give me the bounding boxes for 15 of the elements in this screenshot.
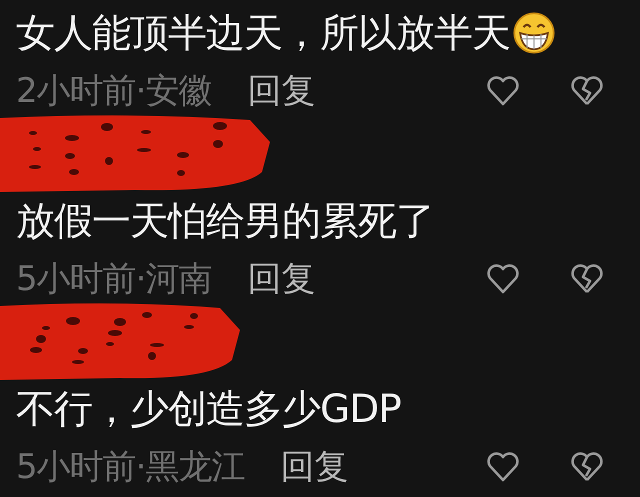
time-location: 5小时前·河南 bbox=[16, 258, 212, 301]
time-location: 2小时前·安徽 bbox=[16, 70, 212, 113]
reply-button[interactable]: 回复 bbox=[280, 444, 348, 490]
reply-button[interactable]: 回复 bbox=[247, 256, 316, 302]
like-icon[interactable] bbox=[486, 451, 520, 483]
broken-heart-icon[interactable] bbox=[570, 263, 604, 295]
like-icon[interactable] bbox=[486, 263, 520, 295]
comment-text: 女人能顶半边天，所以放半天 bbox=[16, 10, 510, 58]
like-icon[interactable] bbox=[486, 75, 520, 107]
time-location: 5小时前·黑龙江 bbox=[16, 446, 244, 489]
comment-text: 放假一天怕给男的累死了 bbox=[16, 198, 434, 246]
broken-heart-icon[interactable] bbox=[570, 451, 604, 483]
broken-heart-icon[interactable] bbox=[570, 75, 604, 107]
reply-button[interactable]: 回复 bbox=[247, 68, 316, 114]
comment-text: 不行，少创造多少GDP bbox=[16, 386, 401, 434]
